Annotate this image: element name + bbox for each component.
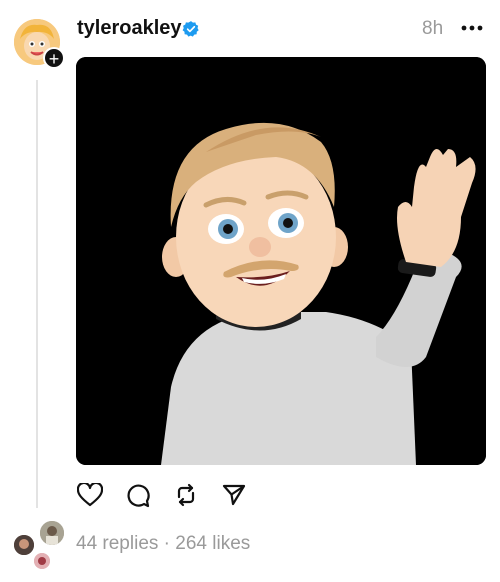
repost-icon <box>177 483 195 507</box>
reply-button[interactable] <box>124 481 152 509</box>
more-options-button[interactable] <box>459 16 485 40</box>
replier-avatar[interactable] <box>32 551 52 571</box>
replier-avatar[interactable] <box>12 533 36 557</box>
post-image[interactable] <box>76 57 486 465</box>
replier-avatar[interactable] <box>38 519 66 547</box>
username[interactable]: tyleroakley <box>77 17 182 40</box>
share-button[interactable] <box>220 481 248 509</box>
repost-button[interactable] <box>172 481 200 509</box>
verified-badge-icon <box>182 21 199 37</box>
comment-icon <box>127 484 150 508</box>
send-icon <box>222 484 246 506</box>
post-timestamp: 8h <box>422 18 444 39</box>
like-button[interactable] <box>76 481 104 509</box>
post-actions <box>76 481 248 509</box>
plus-icon: + <box>48 49 60 69</box>
more-horizontal-icon <box>461 25 483 31</box>
post-stats[interactable]: 44 replies · 264 likes <box>76 533 250 555</box>
follow-button[interactable]: + <box>43 47 65 69</box>
thread-line <box>36 80 38 508</box>
heart-icon <box>77 483 103 507</box>
